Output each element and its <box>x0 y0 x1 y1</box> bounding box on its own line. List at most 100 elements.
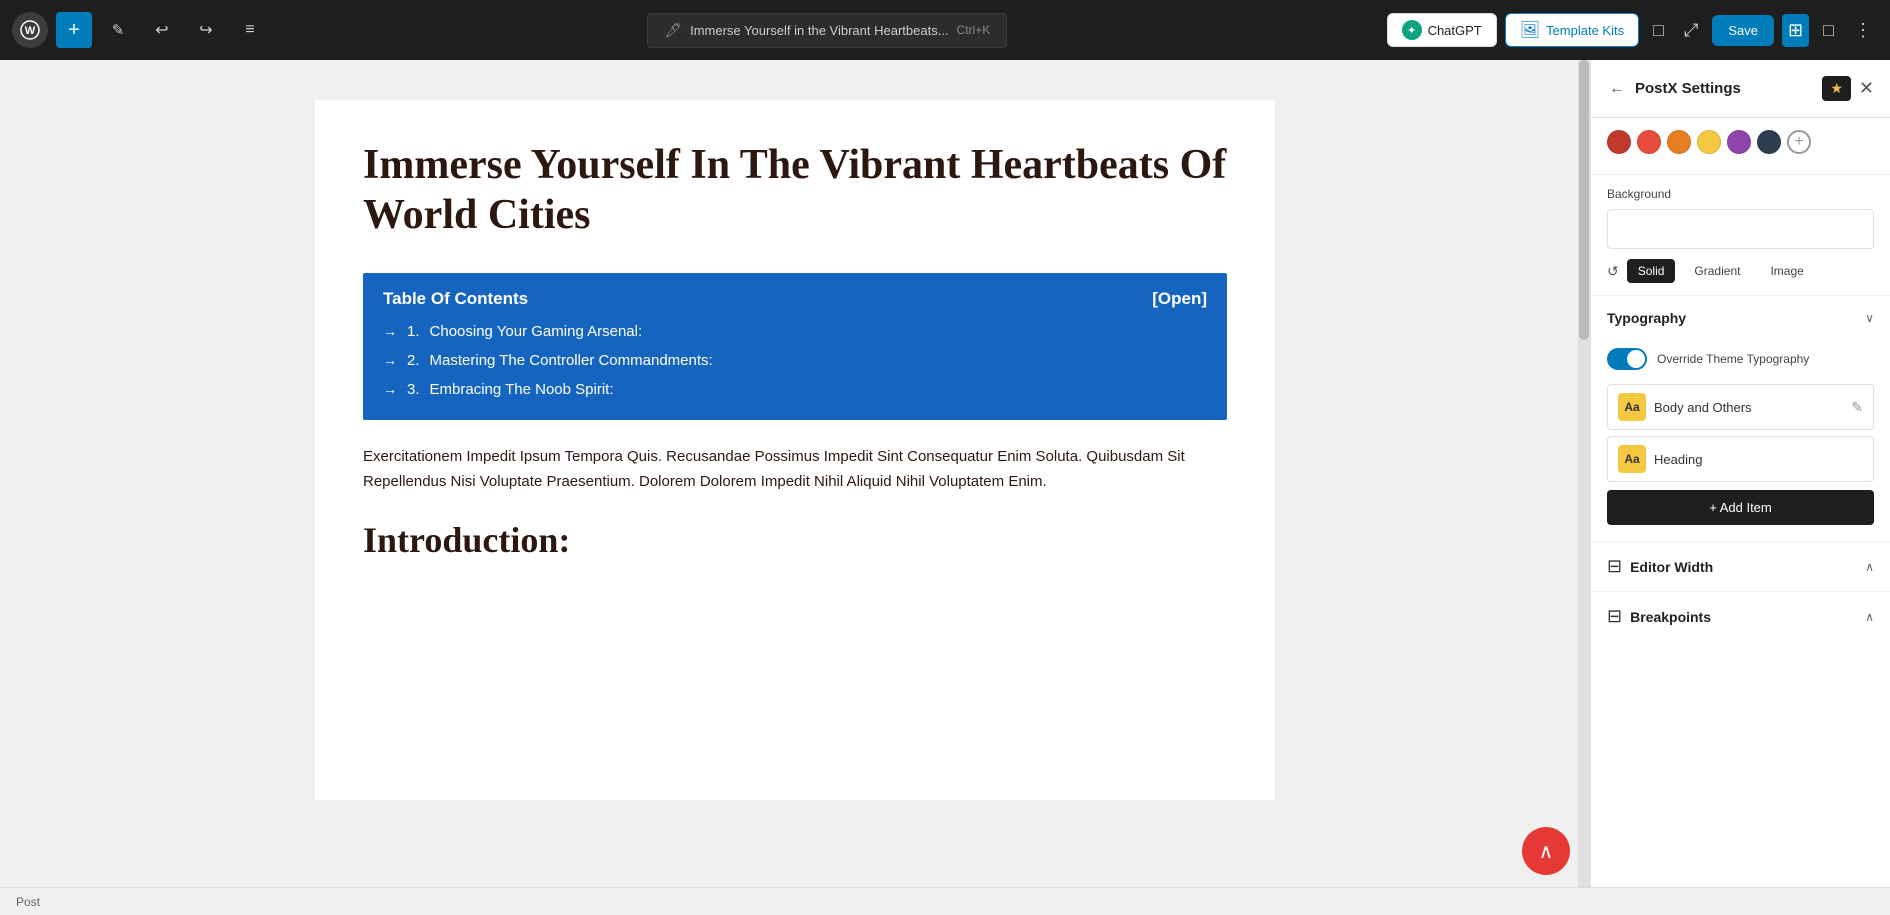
toc-text-2: Mastering The Controller Commandments: <box>430 352 713 369</box>
toc-arrow-1: → <box>383 323 397 339</box>
toc-item-2[interactable]: → 2. Mastering The Controller Commandmen… <box>383 346 1207 375</box>
settings-button[interactable]: □ <box>1817 14 1840 47</box>
scrollbar-thumb[interactable] <box>1579 60 1589 340</box>
right-sidebar: ← PostX Settings ★ ✕ + <box>1590 60 1890 887</box>
typography-item-heading[interactable]: Aa Heading <box>1607 436 1874 482</box>
template-kits-button[interactable]: 🖼 Template Kits <box>1505 13 1639 47</box>
toc-open-label[interactable]: [Open] <box>1152 289 1207 309</box>
breakpoints-section: ⊟ Breakpoints ∧ <box>1591 592 1890 641</box>
post-title-bar[interactable]: 🖊 Immerse Yourself in the Vibrant Heartb… <box>647 13 1007 48</box>
redo-button[interactable]: ↪ <box>188 12 224 48</box>
color-swatch-2[interactable] <box>1637 130 1661 154</box>
chatgpt-label: ChatGPT <box>1428 23 1482 38</box>
add-item-button[interactable]: + Add Item <box>1607 490 1874 525</box>
heading-type-icon: Aa <box>1618 445 1646 473</box>
menu-button[interactable]: ≡ <box>232 12 268 48</box>
sidebar-title: PostX Settings <box>1635 80 1741 97</box>
post-heading[interactable]: Immerse Yourself In The Vibrant Heartbea… <box>363 140 1227 241</box>
color-swatch-6[interactable] <box>1757 130 1781 154</box>
template-kits-label: Template Kits <box>1546 23 1624 38</box>
wp-logo: W <box>12 12 48 48</box>
editor-width-section: ⊟ Editor Width ∧ <box>1591 542 1890 592</box>
toc-item-1[interactable]: → 1. Choosing Your Gaming Arsenal: <box>383 317 1207 346</box>
edit-button[interactable]: ✎ <box>100 12 136 48</box>
post-title-shortcut: Ctrl+K <box>957 23 991 37</box>
editor-width-header-left: ⊟ Editor Width <box>1607 556 1713 577</box>
sidebar-body: + Background ↺ Solid Gradient Image Typo… <box>1591 118 1890 887</box>
bg-reset-button[interactable]: ↺ <box>1607 263 1619 280</box>
toc-arrow-3: → <box>383 381 397 397</box>
toc-text-3: Embracing The Noob Spirit: <box>430 381 614 398</box>
editor-width-label: Editor Width <box>1630 559 1713 575</box>
color-swatch-4[interactable] <box>1697 130 1721 154</box>
editor-width-chevron: ∧ <box>1865 560 1874 574</box>
body-text: Exercitationem Impedit Ipsum Tempora Qui… <box>363 444 1227 495</box>
breakpoints-header-left: ⊟ Breakpoints <box>1607 606 1711 627</box>
save-button[interactable]: Save <box>1712 15 1774 46</box>
back-button[interactable]: ← <box>1607 78 1627 100</box>
add-block-button[interactable]: + <box>56 12 92 48</box>
toc-header: Table Of Contents [Open] <box>383 289 1207 309</box>
add-swatch-button[interactable]: + <box>1787 130 1811 154</box>
toc-text-1: Choosing Your Gaming Arsenal: <box>430 323 643 340</box>
typography-label: Typography <box>1607 310 1686 326</box>
color-swatch-3[interactable] <box>1667 130 1691 154</box>
override-typography-row: Override Theme Typography <box>1607 348 1874 370</box>
sidebar-header-right: ★ ✕ <box>1822 76 1874 101</box>
override-typography-toggle[interactable] <box>1607 348 1647 370</box>
external-link-button[interactable]: ⤢ <box>1678 14 1704 47</box>
status-text: Post <box>16 895 40 909</box>
svg-text:W: W <box>25 25 36 37</box>
breakpoints-chevron: ∧ <box>1865 610 1874 624</box>
sidebar-header: ← PostX Settings ★ ✕ <box>1591 60 1890 118</box>
color-swatch-5[interactable] <box>1727 130 1751 154</box>
typography-chevron: ∨ <box>1865 311 1874 325</box>
desktop-view-button[interactable]: □ <box>1647 14 1670 47</box>
typography-content: Override Theme Typography Aa Body and Ot… <box>1591 340 1890 541</box>
toc-number-2: 2. <box>407 352 420 369</box>
main-area: Immerse Yourself In The Vibrant Heartbea… <box>0 60 1890 887</box>
toc-item-3[interactable]: → 3. Embracing The Noob Spirit: <box>383 375 1207 404</box>
post-title-left: 🖊 Immerse Yourself in the Vibrant Heartb… <box>664 22 948 39</box>
more-options-button[interactable]: ⋮ <box>1848 14 1878 47</box>
close-button[interactable]: ✕ <box>1859 78 1874 99</box>
background-section: Background ↺ Solid Gradient Image <box>1591 175 1890 296</box>
heading-type-name: Heading <box>1654 452 1702 467</box>
background-label: Background <box>1607 187 1874 201</box>
scrollbar-track[interactable] <box>1578 60 1590 887</box>
editor-width-header[interactable]: ⊟ Editor Width ∧ <box>1591 542 1890 591</box>
favorite-button[interactable]: ★ <box>1822 76 1851 101</box>
typography-section: Typography ∨ Override Theme Typography A… <box>1591 296 1890 542</box>
editor-area: Immerse Yourself In The Vibrant Heartbea… <box>0 60 1590 887</box>
panel-toggle-button[interactable]: ⊞ <box>1782 14 1809 47</box>
chatgpt-button[interactable]: ✦ ChatGPT <box>1387 13 1497 47</box>
sidebar-header-left: ← PostX Settings <box>1607 78 1741 100</box>
typography-header[interactable]: Typography ∨ <box>1591 296 1890 340</box>
heading-type-left: Aa Heading <box>1618 445 1702 473</box>
background-preview[interactable] <box>1607 209 1874 249</box>
toolbar-right: ✦ ChatGPT 🖼 Template Kits □ ⤢ Save ⊞ □ ⋮ <box>1387 13 1878 47</box>
table-of-contents: Table Of Contents [Open] → 1. Choosing Y… <box>363 273 1227 420</box>
breakpoints-header[interactable]: ⊟ Breakpoints ∧ <box>1591 592 1890 641</box>
toolbar-center: 🖊 Immerse Yourself in the Vibrant Heartb… <box>276 13 1379 48</box>
scroll-to-top-button[interactable]: ∧ <box>1522 827 1570 875</box>
bg-solid-button[interactable]: Solid <box>1627 259 1676 283</box>
body-type-icon: Aa <box>1618 393 1646 421</box>
post-title-text: Immerse Yourself in the Vibrant Heartbea… <box>690 23 948 38</box>
main-toolbar: W + ✎ ↩ ↪ ≡ 🖊 Immerse Yourself in the Vi… <box>0 0 1890 60</box>
chatgpt-icon: ✦ <box>1402 20 1422 40</box>
color-swatches-section: + <box>1591 118 1890 175</box>
override-typography-label: Override Theme Typography <box>1657 352 1809 366</box>
body-edit-icon[interactable]: ✎ <box>1851 399 1863 416</box>
intro-heading[interactable]: Introduction: <box>363 519 1227 561</box>
editor-width-icon: ⊟ <box>1607 556 1622 577</box>
typography-item-body[interactable]: Aa Body and Others ✎ <box>1607 384 1874 430</box>
bg-gradient-button[interactable]: Gradient <box>1683 259 1751 283</box>
editor-content: Immerse Yourself In The Vibrant Heartbea… <box>315 100 1275 800</box>
status-bar: Post <box>0 887 1890 915</box>
bg-image-button[interactable]: Image <box>1759 259 1814 283</box>
toc-arrow-2: → <box>383 352 397 368</box>
undo-button[interactable]: ↩ <box>144 12 180 48</box>
color-swatch-1[interactable] <box>1607 130 1631 154</box>
toc-number-1: 1. <box>407 323 420 340</box>
